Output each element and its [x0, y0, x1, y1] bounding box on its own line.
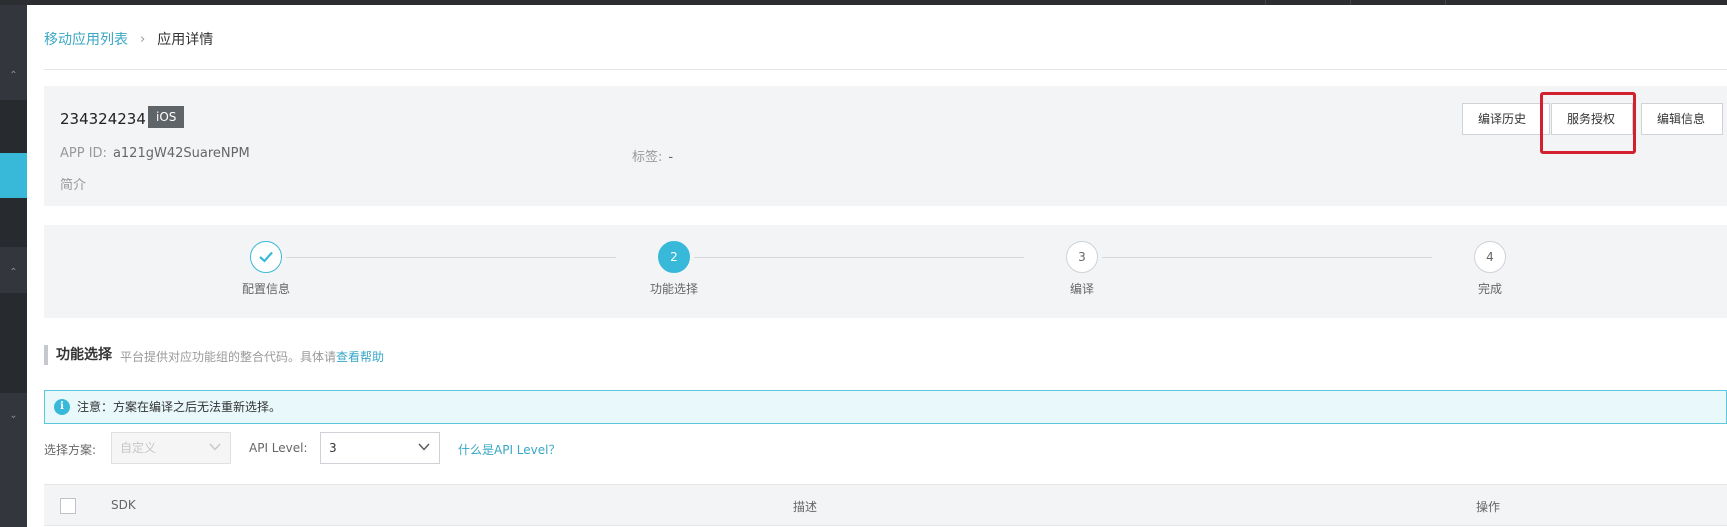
breadcrumb-separator: ›: [140, 31, 146, 47]
help-link[interactable]: 查看帮助: [336, 350, 384, 364]
tags-field: 标签: -: [632, 146, 673, 165]
step-number: 3: [1066, 241, 1098, 273]
step-connector: [694, 257, 1024, 258]
chevron-down-icon[interactable]: ⌄: [0, 410, 27, 422]
chevron-down-icon: [418, 443, 430, 451]
sidebar-item[interactable]: [0, 198, 27, 247]
step-build: 3 编译: [1032, 241, 1132, 297]
step-label: 编译: [1069, 282, 1094, 296]
edit-info-button[interactable]: 编辑信息: [1641, 103, 1723, 135]
sdk-table-header: SDK 描述 操作: [44, 484, 1727, 526]
platform-badge: iOS: [148, 106, 185, 128]
sidebar: ⌃ ⌃ ⌄: [0, 5, 27, 527]
app-info-panel: 234324234 iOS APP ID: a121gW42SuareNPM 标签…: [44, 86, 1727, 206]
main-content: 移动应用列表 › 应用详情 234324234 iOS APP ID: a121g…: [27, 5, 1727, 527]
breadcrumb-app-list-link[interactable]: 移动应用列表: [44, 29, 128, 49]
app-name: 234324234: [60, 110, 146, 128]
intro-label: 简介: [60, 178, 87, 193]
tags-value: -: [668, 150, 674, 165]
step-connector: [286, 257, 616, 258]
app-id-label: APP ID:: [60, 146, 107, 161]
notice-text: 注意：方案在编译之后无法重新选择。: [77, 400, 282, 414]
chevron-up-icon[interactable]: ⌃: [0, 70, 27, 82]
api-level-select[interactable]: 3: [320, 432, 440, 464]
build-history-button[interactable]: 编译历史: [1462, 103, 1550, 135]
api-level-select-value: 3: [329, 441, 337, 455]
check-icon: [250, 241, 282, 273]
chevron-down-icon: [209, 443, 221, 451]
sidebar-item[interactable]: [0, 100, 27, 153]
step-number: 2: [658, 241, 690, 273]
service-auth-button[interactable]: 服务授权: [1551, 103, 1633, 135]
app-id-value: a121gW42SuareNPM: [112, 146, 250, 161]
breadcrumb-current: 应用详情: [157, 32, 214, 48]
notice-banner: i 注意：方案在编译之后无法重新选择。: [44, 390, 1727, 424]
app-id-field: APP ID: a121gW42SuareNPM: [60, 146, 250, 161]
sidebar-item-active[interactable]: [0, 153, 27, 198]
step-config: 配置信息: [216, 241, 316, 297]
column-header-sdk: SDK: [111, 498, 136, 512]
divider: [44, 69, 1727, 70]
column-header-description: 描述: [793, 500, 818, 514]
step-number: 4: [1474, 241, 1506, 273]
scheme-select-value: 自定义: [120, 441, 157, 455]
breadcrumb: 移动应用列表 › 应用详情: [44, 29, 213, 49]
section-description-text: 平台提供对应功能组的整合代码。具体请: [120, 350, 337, 364]
chevron-up-icon[interactable]: ⌃: [0, 267, 27, 279]
step-finish: 4 完成: [1440, 241, 1540, 297]
section-title: 功能选择: [44, 345, 112, 365]
sidebar-item[interactable]: [0, 293, 27, 393]
tags-label: 标签:: [632, 150, 663, 165]
scheme-label: 选择方案:: [44, 443, 97, 457]
api-level-label: API Level:: [249, 441, 308, 455]
column-header-action: 操作: [1476, 500, 1501, 514]
step-label: 完成: [1477, 282, 1502, 296]
section-description: 平台提供对应功能组的整合代码。具体请查看帮助: [120, 348, 384, 365]
step-feature: 2 功能选择: [624, 241, 724, 297]
step-label: 功能选择: [649, 282, 698, 296]
step-connector: [1102, 257, 1432, 258]
step-label: 配置信息: [241, 282, 290, 296]
steps-panel: 配置信息 2 功能选择 3 编译 4 完成: [44, 225, 1727, 318]
info-icon: i: [54, 399, 70, 415]
select-all-checkbox[interactable]: [60, 498, 76, 514]
scheme-select[interactable]: 自定义: [111, 432, 231, 464]
api-level-help-link[interactable]: 什么是API Level？: [458, 441, 560, 458]
